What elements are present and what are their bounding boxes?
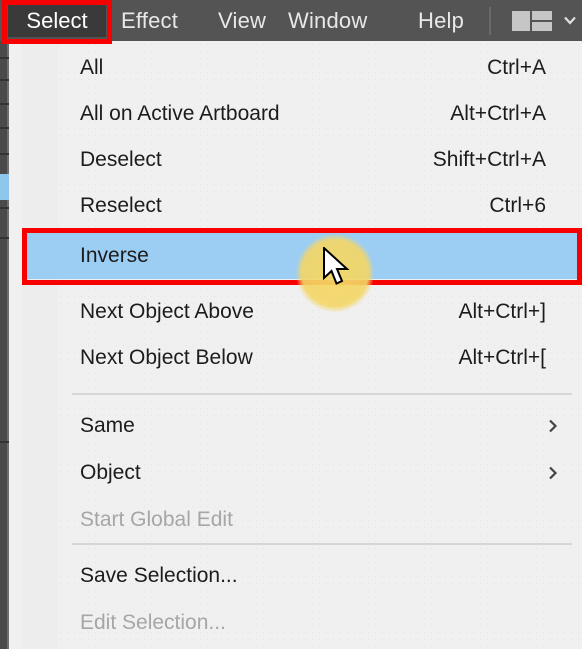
menu-item-next-object-above[interactable]: Next Object Above Alt+Ctrl+]: [22, 289, 582, 335]
menubar-item-effect[interactable]: Effect: [121, 0, 178, 41]
menu-item-save-selection[interactable]: Save Selection...: [22, 553, 582, 599]
menu-item-deselect-shortcut: Shift+Ctrl+A: [432, 148, 546, 171]
toolbar-divider: [0, 207, 9, 209]
toolbar-divider: [0, 103, 9, 105]
menu-item-all-on-active-artboard-label: All on Active Artboard: [80, 102, 280, 125]
menubar-item-view-label: View: [218, 8, 267, 33]
menu-item-next-object-below-label: Next Object Below: [80, 346, 253, 369]
illustrator-select-menu-screenshot: Select Effect View Window Help All Ctrl+…: [0, 0, 582, 649]
toolbar-edge: [7, 41, 9, 649]
toolbar-divider: [0, 57, 9, 59]
toolbar-divider: [0, 441, 9, 443]
arrow-pointer-icon: [323, 247, 350, 285]
menubar-item-window-label: Window: [288, 8, 368, 33]
menubar: Select Effect View Window Help: [0, 0, 582, 41]
menu-item-save-selection-label: Save Selection...: [80, 564, 238, 587]
menu-item-reselect[interactable]: Reselect Ctrl+6: [22, 183, 582, 229]
menu-item-same[interactable]: Same: [22, 403, 582, 449]
menu-item-inverse-label: Inverse: [80, 243, 149, 267]
menu-item-reselect-label: Reselect: [80, 194, 162, 217]
menu-item-deselect-label: Deselect: [80, 148, 162, 171]
menu-item-next-object-above-label: Next Object Above: [80, 300, 254, 323]
workspace-layout-icon[interactable]: [512, 11, 552, 31]
menu-item-next-object-above-shortcut: Alt+Ctrl+]: [458, 300, 546, 323]
toolbar-divider: [0, 127, 9, 129]
menu-item-reselect-shortcut: Ctrl+6: [489, 194, 546, 217]
menu-item-all-label: All: [80, 56, 104, 79]
toolbar-divider: [0, 79, 9, 81]
select-menu-dropdown: All Ctrl+A All on Active Artboard Alt+Ct…: [22, 41, 582, 649]
menu-item-next-object-below-shortcut: Alt+Ctrl+[: [458, 346, 546, 369]
workspace-layout-icon-top-right-pane: [532, 11, 552, 20]
submenu-chevron-right-icon: [549, 466, 558, 480]
chevron-down-icon[interactable]: [562, 12, 578, 28]
menu-item-object-label: Object: [80, 461, 141, 484]
menu-separator: [72, 393, 572, 395]
menubar-item-view[interactable]: View: [218, 0, 266, 41]
left-toolbar-strip[interactable]: [0, 41, 9, 649]
workspace-layout-icon-left-pane: [512, 11, 530, 31]
toolbar-divider: [0, 237, 9, 239]
menu-item-edit-selection: Edit Selection...: [22, 600, 582, 646]
menu-item-next-object-below[interactable]: Next Object Below Alt+Ctrl+[: [22, 335, 582, 381]
submenu-chevron-right-icon: [549, 419, 558, 433]
toolbar-divider: [0, 153, 9, 155]
menu-item-edit-selection-label: Edit Selection...: [80, 611, 226, 634]
menu-item-start-global-edit-label: Start Global Edit: [80, 508, 233, 531]
menu-item-all[interactable]: All Ctrl+A: [22, 45, 582, 91]
menu-item-same-label: Same: [80, 414, 135, 437]
menu-item-deselect[interactable]: Deselect Shift+Ctrl+A: [22, 137, 582, 183]
menubar-item-select[interactable]: Select: [8, 4, 106, 37]
menubar-item-select-label: Select: [26, 7, 88, 33]
menubar-item-window[interactable]: Window: [288, 0, 367, 41]
menu-item-object[interactable]: Object: [22, 450, 582, 496]
menu-item-start-global-edit: Start Global Edit: [22, 497, 582, 543]
toolbar-active-tool[interactable]: [0, 174, 9, 200]
menu-item-all-on-active-artboard[interactable]: All on Active Artboard Alt+Ctrl+A: [22, 91, 582, 137]
menubar-divider: [489, 7, 491, 35]
menubar-item-help[interactable]: Help: [418, 0, 464, 41]
workspace-layout-icon-bottom-right-pane: [532, 22, 552, 31]
menubar-item-effect-label: Effect: [121, 8, 179, 33]
menubar-item-help-label: Help: [418, 8, 465, 33]
menu-item-all-on-active-artboard-shortcut: Alt+Ctrl+A: [450, 102, 546, 125]
menu-separator: [72, 543, 572, 545]
menu-item-all-shortcut: Ctrl+A: [487, 56, 546, 79]
